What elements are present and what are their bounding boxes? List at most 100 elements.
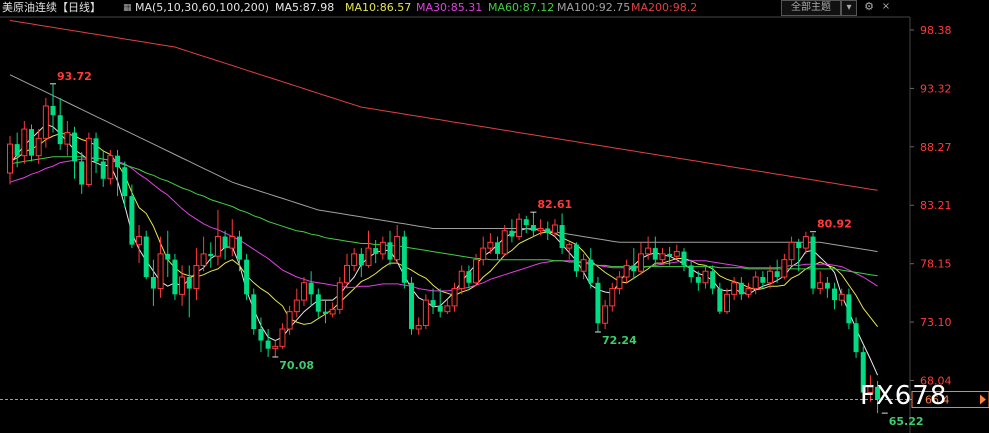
candle-body-up <box>788 241 795 261</box>
candle-body-down <box>810 236 816 289</box>
candle-body-up <box>537 227 544 232</box>
candle-body-down <box>437 305 443 312</box>
theme-expand-button[interactable]: ▾ <box>841 0 857 16</box>
candle-body-down <box>832 288 838 301</box>
candle-body-up <box>609 288 616 307</box>
candle-body-up <box>42 105 49 139</box>
candle-body-up <box>745 288 752 295</box>
candle-body-down <box>222 236 228 249</box>
candle-body-up <box>838 293 845 301</box>
ma-value-3: MA60:87.12 <box>488 1 555 14</box>
chart-title[interactable]: 美原油连续【日线】 <box>2 0 101 16</box>
candle-body-down <box>824 282 830 289</box>
candle-body-down <box>688 265 694 277</box>
candle-body-down <box>760 277 766 283</box>
candle-body-down <box>509 230 515 237</box>
candle-body-up <box>422 299 429 327</box>
candle-body-down <box>652 248 658 260</box>
candle-body-up <box>781 259 788 278</box>
candle-body-up <box>580 259 587 272</box>
candle-body-down <box>846 294 852 324</box>
candle-body-up <box>394 236 401 261</box>
ma-indicator-icon[interactable]: ▦ <box>123 0 132 14</box>
candle-body-down <box>681 251 687 266</box>
candle-body-up <box>487 241 494 249</box>
candle-body-up <box>21 128 28 157</box>
candle-body-down <box>631 265 637 272</box>
close-button[interactable]: × <box>879 0 893 14</box>
candle-body-up <box>551 224 558 234</box>
candlestick-chart[interactable]: 98.3893.3288.2783.2178.1573.1068.0466.49… <box>0 0 989 433</box>
candle-body-up <box>566 244 573 249</box>
high-price-label: 82.61 <box>537 198 572 211</box>
candle-body-down <box>251 294 257 329</box>
candle-body-down <box>14 144 20 156</box>
high-price-label: 80.92 <box>817 218 852 231</box>
candle-body-down <box>57 115 63 145</box>
candle-body-down <box>667 253 673 257</box>
y-tick-label: 78.15 <box>920 258 952 271</box>
gear-icon: ⚙ <box>864 0 874 13</box>
low-price-label: 72.24 <box>602 334 637 347</box>
candle-body-down <box>186 277 192 289</box>
candle-body-down <box>236 236 242 260</box>
candle-body-down <box>258 329 264 341</box>
candle-body-down <box>93 138 99 162</box>
candle-body-up <box>107 155 114 180</box>
low-price-label: 70.08 <box>279 359 314 372</box>
candle-body-down <box>695 277 701 283</box>
ma-value-2: MA30:85.31 <box>416 1 483 14</box>
candle-body-down <box>315 294 321 312</box>
candle-body-up <box>501 230 508 255</box>
candle-body-up <box>724 293 730 313</box>
candle-body-up <box>200 253 207 266</box>
candle-body-up <box>767 270 774 284</box>
chart-header: 美原油连续【日线】 ▦ MA(5,10,30,60,100,200) MA5:8… <box>0 0 989 16</box>
y-tick-label: 93.32 <box>920 82 952 95</box>
candle-body-down <box>717 288 723 312</box>
candle-body-up <box>415 325 422 330</box>
candle-body-down <box>122 167 128 197</box>
candle-body-down <box>595 282 601 324</box>
theme-label: 全部主题 <box>791 2 831 13</box>
candle-body-up <box>293 299 300 313</box>
candle-body-up <box>379 241 386 255</box>
candle-body-down <box>150 277 156 289</box>
candle-body-down <box>322 311 328 314</box>
ma-value-0: MA5:87.98 <box>275 1 335 14</box>
candle-body-down <box>430 300 436 306</box>
settings-button[interactable]: ⚙ <box>861 0 877 14</box>
theme-selector[interactable]: 全部主题 <box>781 0 841 16</box>
candle-body-down <box>530 225 536 231</box>
candle-body-up <box>473 259 480 284</box>
ma-value-4: MA100:92.75 <box>557 1 631 14</box>
candle-body-up <box>731 282 738 295</box>
candle-body-up <box>817 282 824 290</box>
candle-body-down <box>373 248 379 254</box>
candle-body-up <box>637 253 644 272</box>
candle-body-down <box>308 282 314 295</box>
candle-body-down <box>774 271 780 277</box>
candle-body-up <box>451 288 458 307</box>
ma-params[interactable]: MA(5,10,30,60,100,200) <box>135 0 269 16</box>
candle-body-down <box>710 271 716 289</box>
candle-body-down <box>50 105 56 116</box>
candle-body-down <box>165 253 171 260</box>
candle-body-up <box>623 264 630 278</box>
candle-body-up <box>193 264 200 290</box>
candle-body-down <box>853 323 859 353</box>
candle-body-up <box>157 253 164 290</box>
candle-body-down <box>129 196 135 245</box>
candle-body-up <box>35 137 42 157</box>
candle-body-down <box>244 259 250 295</box>
candle-body-down <box>559 225 565 249</box>
candle-body-down <box>72 132 78 162</box>
candle-body-up <box>516 218 523 238</box>
candle-body-down <box>401 236 407 283</box>
candle-body-down <box>100 161 106 179</box>
candle-body-down <box>545 228 551 234</box>
candle-body-up <box>229 236 236 249</box>
candle-body-up <box>480 247 487 261</box>
ma-value-1: MA10:86.57 <box>345 1 412 14</box>
candle-body-down <box>796 242 802 249</box>
